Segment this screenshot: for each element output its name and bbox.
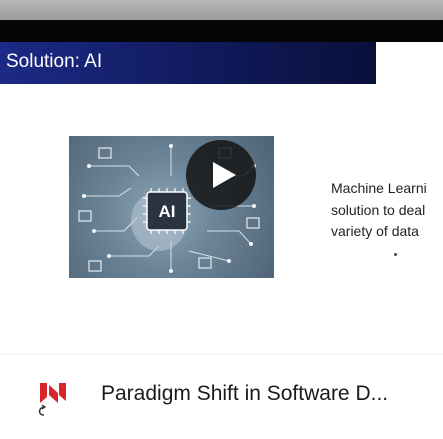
slide-header-bar [0, 20, 443, 42]
play-button[interactable] [186, 140, 256, 210]
slide-top-band [0, 0, 443, 20]
body-line: solution to deal [331, 201, 426, 218]
body-line: Machine Learni [331, 180, 427, 196]
footer-divider [0, 354, 443, 355]
bullet-dot [394, 253, 397, 256]
video-title[interactable]: Paradigm Shift in Software D... [101, 380, 431, 408]
slide-body-text: Machine Learni solution to deal variety … [331, 178, 443, 243]
slide-title: Solution: AI [6, 51, 103, 72]
channel-logo-icon[interactable] [36, 381, 68, 417]
body-line: variety of data [331, 223, 419, 239]
chip-badge-text: AI [159, 202, 176, 221]
play-icon [213, 162, 236, 188]
video-embed-card[interactable]: Solution: AI AI Machine Learni solution … [0, 0, 443, 439]
